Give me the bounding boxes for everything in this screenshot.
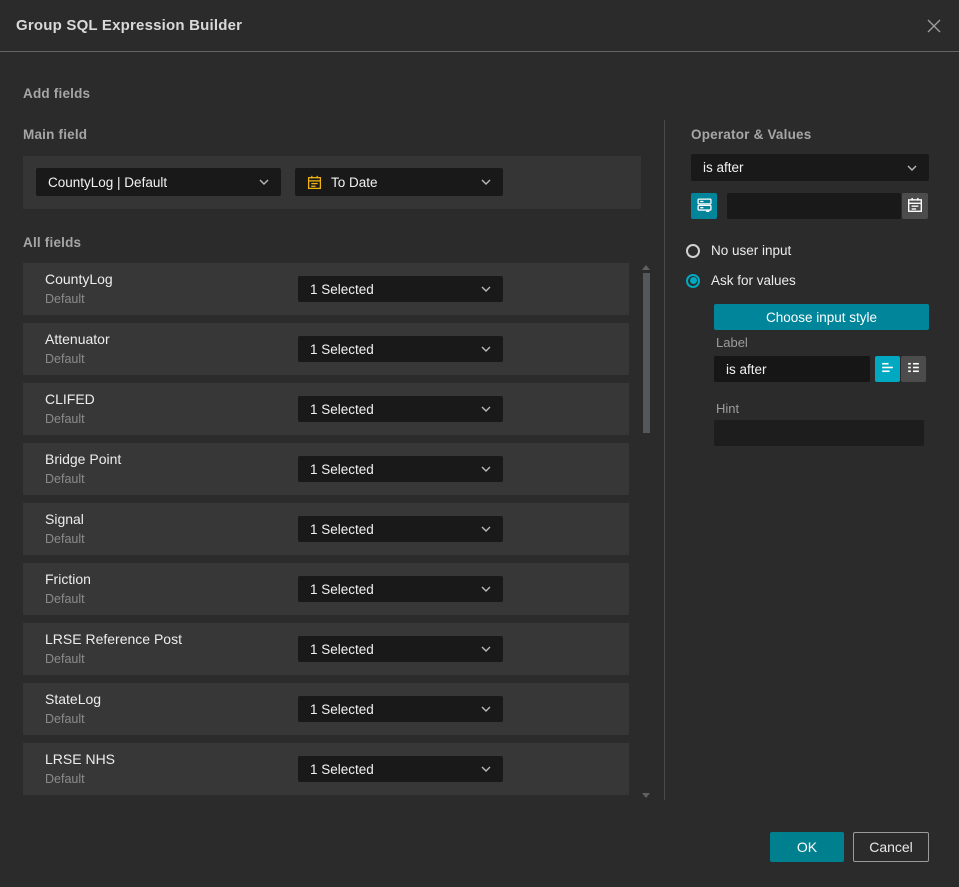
field-name: CountyLog <box>45 271 113 287</box>
chevron-down-icon <box>907 165 917 171</box>
field-row: StateLog Default 1 Selected <box>23 683 629 735</box>
chevron-down-icon <box>259 179 269 185</box>
choose-input-style-button[interactable]: Choose input style <box>714 304 929 330</box>
input-style-list-button[interactable] <box>901 356 926 382</box>
radio-label: No user input <box>711 243 792 258</box>
field-selected-dropdown[interactable]: 1 Selected <box>298 696 503 722</box>
calendar-picker-button[interactable] <box>902 193 928 219</box>
field-row: Signal Default 1 Selected <box>23 503 629 555</box>
add-fields-heading: Add fields <box>23 86 91 101</box>
main-field-select-value: CountyLog | Default <box>48 174 168 190</box>
main-field-label: Main field <box>23 127 88 142</box>
field-row: Attenuator Default 1 Selected <box>23 323 629 375</box>
field-subtitle: Default <box>45 472 85 486</box>
cancel-button[interactable]: Cancel <box>853 832 929 862</box>
chevron-down-icon <box>481 286 491 292</box>
field-selected-dropdown[interactable]: 1 Selected <box>298 276 503 302</box>
label-input[interactable] <box>714 356 870 382</box>
calendar-icon <box>307 175 322 190</box>
hint-input[interactable] <box>714 420 924 446</box>
field-selected-value: 1 Selected <box>310 701 374 717</box>
field-name: Attenuator <box>45 331 110 347</box>
field-selected-dropdown[interactable]: 1 Selected <box>298 636 503 662</box>
field-row: CountyLog Default 1 Selected <box>23 263 629 315</box>
field-row: Friction Default 1 Selected <box>23 563 629 615</box>
field-selected-value: 1 Selected <box>310 281 374 297</box>
field-selected-value: 1 Selected <box>310 641 374 657</box>
chevron-down-icon <box>481 646 491 652</box>
value-type-button[interactable] <box>691 193 717 219</box>
calendar-icon <box>907 197 923 216</box>
main-field-panel: CountyLog | Default To Date <box>23 156 641 209</box>
field-selected-dropdown[interactable]: 1 Selected <box>298 396 503 422</box>
field-selected-value: 1 Selected <box>310 761 374 777</box>
radio-circle-icon <box>686 273 700 288</box>
field-subtitle: Default <box>45 412 85 426</box>
field-row: CLIFED Default 1 Selected <box>23 383 629 435</box>
dialog-titlebar: Group SQL Expression Builder <box>0 0 959 52</box>
list-scrollbar-thumb[interactable] <box>643 273 650 433</box>
chevron-down-icon <box>481 586 491 592</box>
radio-label: Ask for values <box>711 273 796 288</box>
field-selected-value: 1 Selected <box>310 521 374 537</box>
stacked-values-icon <box>696 197 712 215</box>
field-name: StateLog <box>45 691 102 707</box>
operator-values-heading: Operator & Values <box>691 127 812 142</box>
field-subtitle: Default <box>45 352 85 366</box>
field-selected-value: 1 Selected <box>310 341 374 357</box>
field-selected-dropdown[interactable]: 1 Selected <box>298 336 503 362</box>
bulleted-list-icon <box>906 360 921 378</box>
field-row: Bridge Point Default 1 Selected <box>23 443 629 495</box>
field-subtitle: Default <box>45 652 85 666</box>
label-caption: Label <box>716 335 748 350</box>
field-row: LRSE Reference Post Default 1 Selected <box>23 623 629 675</box>
field-name: Signal <box>45 511 84 527</box>
operator-select[interactable]: is after <box>691 154 929 181</box>
field-subtitle: Default <box>45 292 85 306</box>
field-subtitle: Default <box>45 772 85 786</box>
all-fields-label: All fields <box>23 235 82 250</box>
chevron-down-icon <box>481 466 491 472</box>
ok-button[interactable]: OK <box>770 832 844 862</box>
radio-no-user-input[interactable]: No user input <box>686 243 791 258</box>
field-subtitle: Default <box>45 592 85 606</box>
field-selected-value: 1 Selected <box>310 401 374 417</box>
field-selected-dropdown[interactable]: 1 Selected <box>298 576 503 602</box>
field-name: LRSE Reference Post <box>45 631 182 647</box>
chevron-down-icon <box>481 526 491 532</box>
input-style-single-line-button[interactable] <box>875 356 900 382</box>
scrollbar-up-arrow[interactable] <box>642 265 650 270</box>
value-input[interactable] <box>727 193 901 219</box>
field-selected-dropdown[interactable]: 1 Selected <box>298 516 503 542</box>
chevron-down-icon <box>481 766 491 772</box>
date-field-select-value: To Date <box>331 174 378 190</box>
close-icon[interactable] <box>924 16 944 36</box>
operator-select-value: is after <box>703 160 744 175</box>
scrollbar-down-arrow[interactable] <box>642 793 650 798</box>
field-selected-dropdown[interactable]: 1 Selected <box>298 456 503 482</box>
field-selected-dropdown[interactable]: 1 Selected <box>298 756 503 782</box>
panel-divider <box>664 120 665 800</box>
field-subtitle: Default <box>45 532 85 546</box>
main-field-select[interactable]: CountyLog | Default <box>36 168 281 196</box>
radio-ask-for-values[interactable]: Ask for values <box>686 273 796 288</box>
field-name: LRSE NHS <box>45 751 116 767</box>
hint-caption: Hint <box>716 401 740 416</box>
field-row: LRSE NHS Default 1 Selected <box>23 743 629 795</box>
align-left-lines-icon <box>880 360 895 378</box>
chevron-down-icon <box>481 406 491 412</box>
radio-circle-icon <box>686 243 700 258</box>
field-selected-value: 1 Selected <box>310 461 374 477</box>
chevron-down-icon <box>481 346 491 352</box>
field-name: CLIFED <box>45 391 95 407</box>
field-name: Friction <box>45 571 91 587</box>
field-name: Bridge Point <box>45 451 122 467</box>
chevron-down-icon <box>481 179 491 185</box>
chevron-down-icon <box>481 706 491 712</box>
dialog-title: Group SQL Expression Builder <box>16 17 243 34</box>
date-field-select[interactable]: To Date <box>295 168 503 196</box>
field-selected-value: 1 Selected <box>310 581 374 597</box>
field-subtitle: Default <box>45 712 85 726</box>
